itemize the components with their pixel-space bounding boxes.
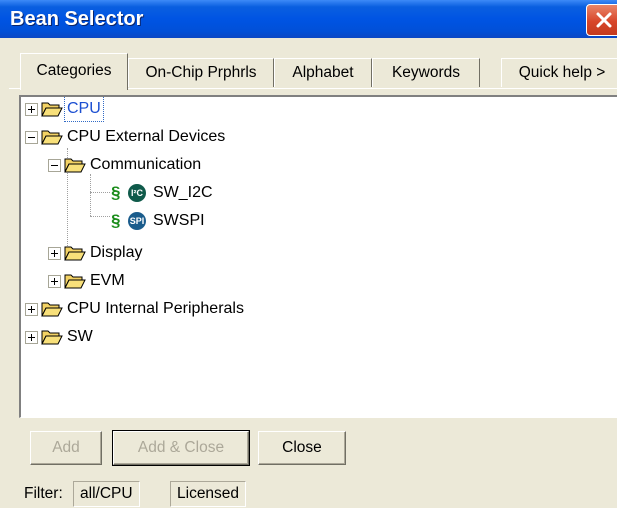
expand-icon[interactable] (25, 303, 38, 316)
folder-open-icon (64, 274, 86, 289)
close-icon (596, 12, 612, 28)
tree-item-label: SWSPI (153, 212, 205, 229)
tree-item-cpu-internal-peripherals[interactable]: CPU Internal Peripherals (21, 297, 421, 321)
tree-item-cpu[interactable]: CPU (21, 97, 321, 122)
bean-selector-window: Bean Selector Categories On-Chip Prphrls… (0, 0, 617, 508)
tree-item-label: SW (67, 328, 93, 345)
section-sign-icon: § (111, 211, 121, 230)
tree-item-label: CPU External Devices (67, 128, 226, 145)
folder-open-icon (64, 246, 86, 261)
tree-item-label: CPU (64, 97, 104, 122)
tree-item-label: CPU Internal Peripherals (67, 300, 244, 317)
filter-value: all/CPU (73, 481, 140, 507)
add-button[interactable]: Add (30, 431, 102, 465)
folder-open-icon (41, 102, 63, 117)
collapse-icon[interactable] (25, 131, 38, 144)
tree-item-sw[interactable]: SW (21, 325, 421, 349)
tree-item-swspi[interactable]: § SPI SWSPI (21, 209, 421, 233)
expand-icon[interactable] (48, 275, 61, 288)
tree-item-label: Display (90, 244, 143, 261)
close-window-button[interactable] (586, 4, 617, 36)
folder-open-icon (64, 158, 86, 173)
tab-on-chip-prphrls[interactable]: On-Chip Prphrls (128, 58, 274, 87)
tree-item-cpu-external-devices[interactable]: CPU External Devices (21, 125, 421, 149)
i2c-bean-icon: I²C (128, 184, 146, 202)
filter-label: Filter: (24, 485, 63, 502)
tree-item-label: SW_I2C (153, 184, 213, 201)
tab-categories[interactable]: Categories (20, 53, 128, 90)
tree-item-label: EVM (90, 272, 125, 289)
expand-icon[interactable] (25, 331, 38, 344)
tree-item-display[interactable]: Display (21, 241, 421, 265)
add-close-button[interactable]: Add & Close (112, 430, 250, 466)
expand-icon[interactable] (25, 103, 38, 116)
title-bar[interactable]: Bean Selector (0, 0, 617, 38)
spi-bean-icon: SPI (128, 212, 146, 230)
window-title: Bean Selector (10, 8, 144, 30)
tree-item-label: Communication (90, 156, 202, 173)
folder-open-icon (41, 302, 63, 317)
tab-alphabet[interactable]: Alphabet (274, 58, 372, 87)
category-tree[interactable]: CPU CPU External Devices Communication §… (19, 95, 617, 418)
expand-icon[interactable] (48, 247, 61, 260)
folder-open-icon (41, 130, 63, 145)
close-button[interactable]: Close (258, 431, 346, 465)
tab-keywords[interactable]: Keywords (372, 58, 480, 87)
tree-item-communication[interactable]: Communication (21, 153, 421, 177)
collapse-icon[interactable] (48, 159, 61, 172)
folder-open-icon (41, 330, 63, 345)
licensed-status: Licensed (170, 481, 247, 507)
tree-item-sw-i2c[interactable]: § I²C SW_I2C (21, 181, 421, 205)
quick-help-button[interactable]: Quick help > (501, 58, 617, 87)
section-sign-icon: § (111, 183, 121, 202)
tree-item-evm[interactable]: EVM (21, 269, 421, 293)
